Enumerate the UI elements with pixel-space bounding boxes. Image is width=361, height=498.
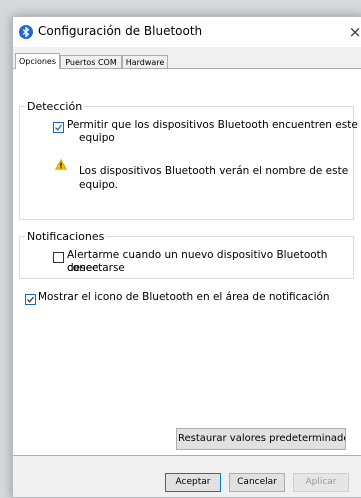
close-button[interactable]: × — [345, 17, 361, 47]
title-bar[interactable]: Configuración de Bluetooth × — [13, 17, 361, 47]
warning-text-line2: equipo. — [79, 179, 118, 191]
show-tray-icon-checkbox[interactable] — [25, 294, 36, 305]
alert-new-device-label-line2[interactable]: conectarse — [67, 262, 125, 275]
cancel-button[interactable]: Cancelar — [229, 473, 285, 492]
alert-new-device-checkbox[interactable] — [53, 252, 64, 263]
options-panel: Detección Permitir que los dispositivos … — [13, 68, 361, 456]
window-title: Configuración de Bluetooth — [38, 24, 203, 38]
tab-hardware[interactable]: Hardware — [122, 55, 168, 68]
allow-discovery-label-line2[interactable]: equipo — [79, 132, 115, 145]
bluetooth-icon — [19, 25, 33, 39]
tab-strip: Opciones Puertos COM Hardware — [13, 53, 361, 69]
allow-discovery-label-line1[interactable]: Permitir que los dispositivos Bluetooth … — [67, 119, 358, 132]
apply-button[interactable]: Aplicar — [293, 473, 349, 492]
warning-text-line1: Los dispositivos Bluetooth verán el nomb… — [79, 165, 349, 177]
bluetooth-settings-window: Configuración de Bluetooth × Opciones Pu… — [12, 16, 361, 498]
restore-defaults-button[interactable]: Restaurar valores predeterminados — [176, 428, 346, 450]
warning-icon — [54, 155, 68, 174]
accept-button[interactable]: Aceptar — [165, 473, 221, 492]
detection-group: Detección — [19, 100, 354, 220]
allow-discovery-checkbox[interactable] — [53, 122, 64, 133]
show-tray-icon-label[interactable]: Mostrar el icono de Bluetooth en el área… — [38, 291, 330, 304]
tab-puertos-com[interactable]: Puertos COM — [60, 55, 122, 68]
notifications-legend: Notificaciones — [27, 230, 105, 243]
tab-opciones[interactable]: Opciones — [15, 53, 60, 69]
detection-legend: Detección — [27, 100, 83, 113]
